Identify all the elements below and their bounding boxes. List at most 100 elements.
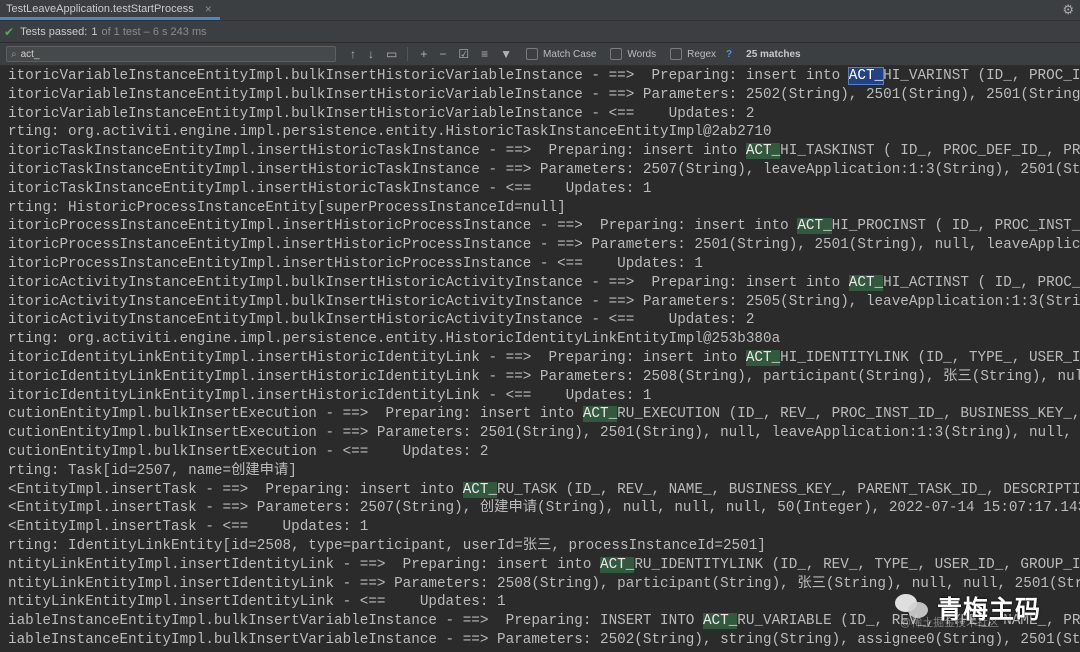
match-case-label: Match Case	[543, 48, 597, 60]
console-line: itoricProcessInstanceEntityImpl.insertHi…	[8, 217, 1080, 236]
console-line: itoricTaskInstanceEntityImpl.insertHisto…	[8, 142, 1080, 161]
search-input[interactable]	[20, 48, 301, 60]
console-text: cutionEntityImpl.bulkInsertExecution - =…	[8, 406, 583, 423]
search-match: ACT_	[702, 613, 738, 630]
close-icon[interactable]: ×	[205, 2, 212, 16]
console-text: rting: Task[id=2507, name=创建申请]	[8, 462, 297, 479]
console-text: cutionEntityImpl.bulkInsertExecution - <…	[8, 444, 489, 460]
search-field[interactable]: ⌕	[6, 46, 336, 62]
regex-option[interactable]: Regex?	[670, 48, 732, 60]
console-line: <EntityImpl.insertTask - ==> Parameters:…	[8, 499, 1080, 518]
gear-icon[interactable]: ⚙	[1062, 2, 1074, 18]
match-case-option[interactable]: Match Case	[526, 48, 596, 60]
console-text: ntityLinkEntityImpl.insertIdentityLink -…	[8, 594, 506, 611]
console-line: ntityLinkEntityImpl.insertIdentityLink -…	[8, 593, 506, 612]
remove-selection-icon[interactable]: −	[439, 47, 446, 61]
next-match-icon[interactable]: ↓	[368, 47, 374, 61]
console-line: itoricActivityInstanceEntityImpl.bulkIns…	[8, 311, 754, 330]
add-selection-icon[interactable]: +	[420, 47, 427, 61]
console-text: itoricTaskInstanceEntityImpl.insertHisto…	[8, 143, 746, 160]
console-line: itoricIdentityLinkEntityImpl.insertHisto…	[8, 368, 1080, 387]
console-text: rting: HistoricProcessInstanceEntity[sup…	[8, 199, 566, 216]
console-line: rting: IdentityLinkEntity[id=2508, type=…	[8, 537, 766, 556]
console-text: HI_PROCINST ( ID_, PROC_INST_ID_, BU	[831, 218, 1080, 235]
regex-label: Regex	[687, 48, 717, 60]
console-line: itoricActivityInstanceEntityImpl.bulkIns…	[8, 274, 1080, 293]
tests-passed-label: Tests passed:	[20, 25, 88, 38]
console-text: RU_EXECUTION (ID_, REV_, PROC_INST_ID_, …	[617, 406, 1080, 423]
console-line: <EntityImpl.insertTask - <== Updates: 1	[8, 518, 368, 537]
regex-help-link[interactable]: ?	[726, 49, 732, 60]
console-line: ntityLinkEntityImpl.insertIdentityLink -…	[8, 556, 1080, 575]
console-text: itoricIdentityLinkEntityImpl.insertHisto…	[8, 387, 652, 404]
console-output[interactable]: itoricVariableInstanceEntityImpl.bulkIns…	[0, 66, 1080, 652]
console-line: rting: org.activiti.engine.impl.persiste…	[8, 330, 780, 349]
console-text: iableInstanceEntityImpl.bulkInsertVariab…	[8, 632, 1080, 648]
console-text: itoricVariableInstanceEntityImpl.bulkIns…	[8, 86, 1080, 103]
console-text: cutionEntityImpl.bulkInsertExecution - =…	[8, 425, 1080, 442]
console-line: rting: org.activiti.engine.impl.persiste…	[8, 123, 772, 142]
console-text: rting: org.activiti.engine.impl.persiste…	[8, 331, 781, 348]
regex-checkbox[interactable]	[670, 48, 683, 60]
check-icon: ✔	[4, 24, 15, 39]
previous-match-icon[interactable]: ↑	[350, 47, 356, 61]
console-text: itoricVariableInstanceEntityImpl.bulkIns…	[8, 105, 755, 122]
toolbar-divider	[407, 47, 409, 61]
filter-icon[interactable]: ▼	[500, 47, 512, 61]
console-text: itoricTaskInstanceEntityImpl.insertHisto…	[8, 180, 652, 197]
select-all-occurrences-icon[interactable]: ▭	[386, 47, 397, 61]
tests-summary: of 1 test – 6 s 243 ms	[101, 25, 207, 38]
console-text: ntityLinkEntityImpl.insertIdentityLink -…	[8, 556, 600, 573]
console-text: RU_TASK (ID_, REV_, NAME_, BUSINESS_KEY_…	[497, 481, 1080, 498]
console-text: itoricProcessInstanceEntityImpl.insertHi…	[8, 256, 703, 272]
console-line: cutionEntityImpl.bulkInsertExecution - =…	[8, 424, 1080, 443]
words-label: Words	[627, 48, 657, 60]
tab-bar: TestLeaveApplication.testStartProcess × …	[0, 0, 1080, 21]
console-line: itoricActivityInstanceEntityImpl.bulkIns…	[8, 293, 1080, 312]
search-match: ACT_	[582, 406, 618, 423]
console-line: rting: Task[id=2507, name=创建申请]	[8, 462, 297, 481]
console-line: cutionEntityImpl.bulkInsertExecution - =…	[8, 405, 1080, 424]
console-text: itoricActivityInstanceEntityImpl.bulkIns…	[8, 274, 849, 291]
find-toolbar: ⌕ ↑ ↓ ▭ + − ☑ ≡ ▼ Match Case Words Regex…	[0, 43, 1080, 66]
console-line: itoricIdentityLinkEntityImpl.insertHisto…	[8, 349, 1080, 368]
console-text: rting: IdentityLinkEntity[id=2508, type=…	[8, 538, 766, 554]
tab-test-run[interactable]: TestLeaveApplication.testStartProcess ×	[0, 0, 220, 20]
search-match: ACT_	[462, 481, 498, 498]
current-search-match: ACT_	[847, 67, 885, 85]
match-case-checkbox[interactable]	[526, 48, 539, 60]
console-text: itoricVariableInstanceEntityImpl.bulkIns…	[8, 68, 849, 84]
console-line: itoricVariableInstanceEntityImpl.bulkIns…	[8, 86, 1080, 105]
search-match: ACT_	[848, 274, 884, 291]
search-match: ACT_	[745, 143, 781, 160]
search-match: ACT_	[600, 556, 635, 573]
search-match: ACT_	[797, 218, 832, 235]
console-text: HI_ACTINST ( ID_, PROC_DEF_ID_	[883, 274, 1080, 291]
console-line: itoricVariableInstanceEntityImpl.bulkIns…	[8, 105, 754, 124]
console-text: rting: org.activiti.engine.impl.persiste…	[8, 124, 772, 141]
console-line: itoricVariableInstanceEntityImpl.bulkIns…	[8, 67, 1080, 86]
console-text: HI_VARINST (ID_, PROC_INST_ID_	[883, 68, 1080, 84]
console-text: itoricIdentityLinkEntityImpl.insertHisto…	[8, 368, 1080, 385]
select-all-icon[interactable]: ☑	[458, 47, 469, 61]
console-line: rting: HistoricProcessInstanceEntity[sup…	[8, 199, 566, 218]
console-text: RU_IDENTITYLINK (ID_, REV_, TYPE_, USER_…	[634, 556, 1080, 573]
console-text: itoricTaskInstanceEntityImpl.insertHisto…	[8, 162, 1080, 178]
console-line: itoricIdentityLinkEntityImpl.insertHisto…	[8, 387, 651, 406]
console-text: itoricIdentityLinkEntityImpl.insertHisto…	[8, 350, 746, 366]
console-text: <EntityImpl.insertTask - ==> Parameters:…	[8, 500, 1080, 517]
search-icon: ⌕	[11, 48, 17, 60]
sort-icon[interactable]: ≡	[481, 47, 488, 61]
console-line: itoricTaskInstanceEntityImpl.insertHisto…	[8, 180, 651, 199]
console-text: itoricProcessInstanceEntityImpl.insertHi…	[8, 218, 798, 235]
console-text: HI_TASKINST ( ID_, PROC_DEF_ID_, PROC_IN…	[780, 143, 1080, 160]
console-text: <EntityImpl.insertTask - ==> Preparing: …	[8, 481, 463, 498]
console-text: itoricProcessInstanceEntityImpl.insertHi…	[8, 237, 1080, 254]
match-count: 25 matches	[746, 48, 801, 60]
console-text: itoricActivityInstanceEntityImpl.bulkIns…	[8, 293, 1080, 310]
words-option[interactable]: Words	[610, 48, 656, 60]
console-line: <EntityImpl.insertTask - ==> Preparing: …	[8, 481, 1080, 500]
watermark-sub: @稀土掘金技术社区	[900, 617, 1000, 629]
words-checkbox[interactable]	[610, 48, 623, 60]
console-text: HI_IDENTITYLINK (ID_, TYPE_, USER_ID_, G…	[780, 350, 1080, 366]
